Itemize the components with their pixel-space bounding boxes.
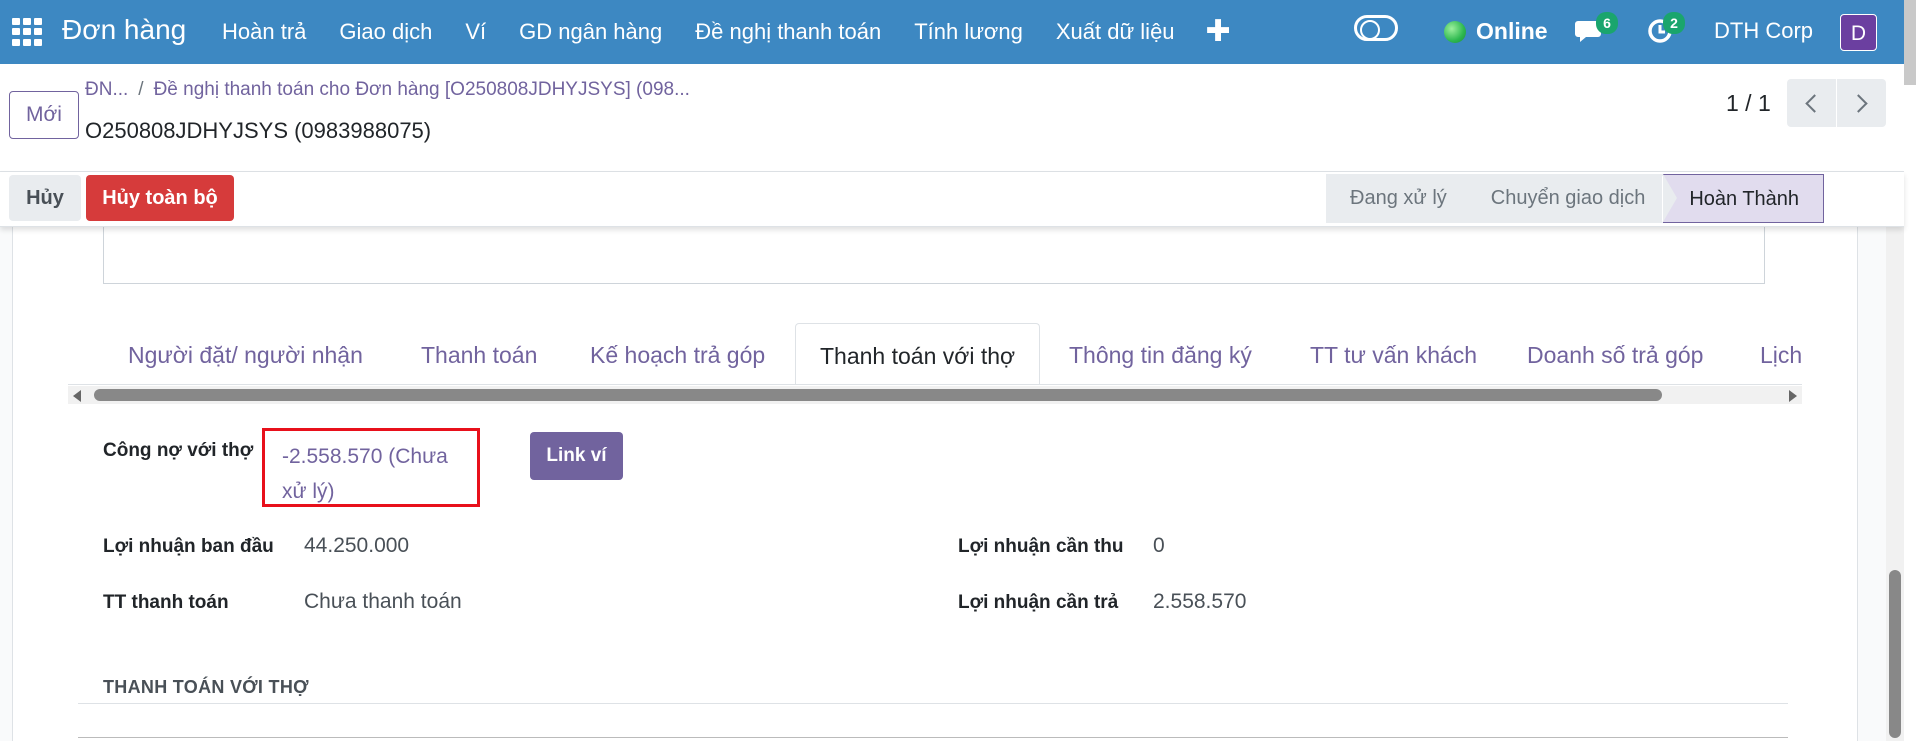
section-title: THANH TOÁN VỚI THỢ: [103, 677, 309, 697]
activities-count-badge: 2: [1663, 12, 1685, 34]
tab-ke-hoach-tra-gop[interactable]: Kế hoạch trả góp: [590, 323, 765, 384]
user-avatar[interactable]: D: [1840, 14, 1877, 51]
app-title[interactable]: Đơn hàng: [62, 14, 186, 46]
pager-buttons: [1787, 79, 1886, 127]
vertical-scrollbar-thumb[interactable]: [1889, 570, 1901, 738]
record-title: O250808JDHYJSYS (0983988075): [85, 118, 432, 143]
tab-thanh-toan-voi-tho[interactable]: Thanh toán với thợ: [795, 323, 1041, 384]
stage-dang-xu-ly[interactable]: Đang xử lý: [1326, 174, 1479, 223]
stage-pipeline: Đang xử lý Chuyển giao dịch Hoàn Thành: [1326, 174, 1825, 223]
activities-clock-icon[interactable]: 2: [1647, 12, 1685, 46]
profit-to-pay-value: 2.558.570: [1153, 590, 1247, 613]
profit-to-collect-value: 0: [1153, 534, 1165, 557]
menu-item-tinh-luong[interactable]: Tính lương: [914, 19, 1023, 45]
menu-item-giao-dich[interactable]: Giao dịch: [339, 19, 432, 45]
tabs-horizontal-scrollbar[interactable]: [68, 386, 1802, 404]
presence-status-text: Online: [1476, 18, 1548, 44]
initial-profit-value: 44.250.000: [304, 534, 410, 557]
main-menu: Hoàn trả Giao dịch Ví GD ngân hàng Đề ng…: [222, 0, 1231, 64]
menu-item-vi[interactable]: Ví: [465, 19, 486, 45]
menu-item-xuat-du-lieu[interactable]: Xuất dữ liệu: [1056, 19, 1175, 45]
breadcrumb-item-parent[interactable]: ĐN...: [85, 79, 128, 100]
tab-nguoi-dat-nguoi-nhan[interactable]: Người đặt/ người nhận: [128, 323, 363, 384]
payment-status-value: Chưa thanh toán: [304, 590, 462, 613]
tab-thong-tin-dang-ky[interactable]: Thông tin đăng ký: [1069, 323, 1252, 384]
debt-value: -2.558.570 (Chưa xử lý): [282, 445, 448, 503]
control-panel: Mới ĐN... / Đề nghị thanh toán cho Đơn hàn…: [0, 64, 1904, 172]
company-switcher[interactable]: DTH Corp: [1714, 18, 1813, 44]
pager-previous-button[interactable]: [1787, 79, 1836, 127]
page-scrollbar-top: [1904, 0, 1916, 85]
online-dot-icon: [1444, 20, 1466, 43]
menu-item-de-nghi-thanh-toan[interactable]: Đề nghị thanh toán: [695, 19, 881, 45]
tab-doanh-so-tra-gop[interactable]: Doanh số trả góp: [1527, 323, 1703, 384]
tab-tt-tu-van-khach[interactable]: TT tư vấn khách: [1310, 323, 1477, 384]
breadcrumb-item-current[interactable]: Đề nghị thanh toán cho Đơn hàng [O250808…: [154, 79, 690, 100]
menu-item-hoan-tra[interactable]: Hoàn trả: [222, 19, 306, 45]
breadcrumb: ĐN... / Đề nghị thanh toán cho Đơn hàng [O…: [85, 79, 690, 101]
breadcrumb-separator: /: [138, 79, 144, 100]
messages-icon[interactable]: 6: [1574, 12, 1618, 46]
notebook-tabs: Người đặt/ người nhận Thanh toán Kế hoạc…: [68, 323, 1802, 385]
link-wallet-button[interactable]: Link ví: [530, 432, 623, 480]
payment-status-label: TT thanh toán: [103, 592, 229, 613]
apps-menu-icon[interactable]: [12, 18, 42, 46]
tabs-scrollbar-thumb[interactable]: [94, 389, 1662, 401]
stage-hoan-thanh[interactable]: Hoàn Thành: [1662, 174, 1825, 223]
menu-item-gd-ngan-hang[interactable]: GD ngân hàng: [519, 19, 662, 45]
initial-profit-label: Lợi nhuận ban đầu: [103, 536, 274, 557]
notes-textarea[interactable]: [103, 218, 1765, 284]
debt-highlight-box: -2.558.570 (Chưa xử lý): [262, 428, 480, 507]
pager-value[interactable]: 1 / 1: [1726, 90, 1771, 117]
stage-chuyen-giao-dich[interactable]: Chuyển giao dịch: [1464, 174, 1677, 223]
cancel-all-button[interactable]: Hủy toàn bộ: [86, 175, 234, 221]
top-navbar: Đơn hàng Hoàn trả Giao dịch Ví GD ngân h…: [0, 0, 1916, 64]
scroll-right-icon[interactable]: [1789, 390, 1797, 402]
debt-label: Công nợ với thợ: [103, 440, 254, 461]
toggle-switch-icon[interactable]: [1354, 15, 1398, 41]
tab-lich[interactable]: Lịch: [1760, 323, 1802, 384]
add-menu-icon[interactable]: ✚: [1206, 17, 1231, 47]
tab-thanh-toan[interactable]: Thanh toán: [421, 323, 537, 384]
messages-count-badge: 6: [1596, 12, 1618, 34]
chevron-right-icon: [1849, 93, 1868, 113]
new-record-button[interactable]: Mới: [9, 91, 79, 139]
presence-status[interactable]: Online: [1444, 18, 1548, 45]
profit-to-pay-label: Lợi nhuận cần trả: [958, 592, 1119, 613]
profit-to-collect-label: Lợi nhuận cần thu: [958, 536, 1124, 557]
chevron-left-icon: [1805, 93, 1824, 113]
form-statusbar: Hủy Hủy toàn bộ Đang xử lý Chuyển giao d…: [0, 172, 1904, 227]
page-vertical-scrollbar[interactable]: [1886, 172, 1904, 741]
section-divider: [78, 703, 1788, 704]
pager-next-button[interactable]: [1837, 79, 1886, 127]
cancel-button[interactable]: Hủy: [9, 175, 81, 221]
payments-table-header: [78, 737, 1788, 741]
scroll-left-icon[interactable]: [73, 390, 81, 402]
